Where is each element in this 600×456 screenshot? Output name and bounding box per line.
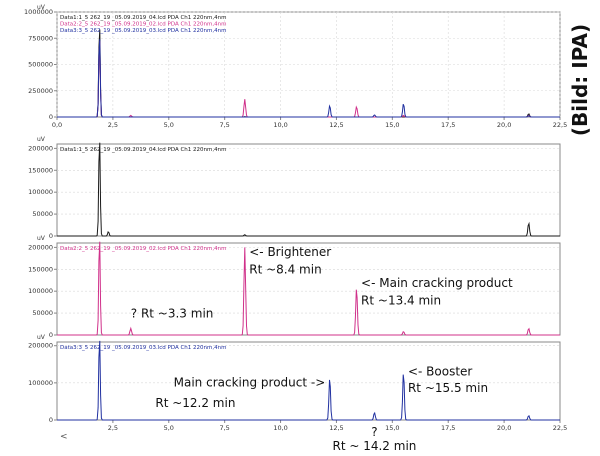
x-tick-label: 2,5 (108, 424, 118, 432)
chart-panel-4: uV200000 100000 0 2,5 5,0 7,5 10,0 12,5 15,0 17,5… (28, 334, 567, 432)
y-tick-label: 100000 (28, 379, 53, 387)
annotation-label: <- Booster (408, 364, 472, 378)
y-tick-label: 250000 (28, 87, 53, 95)
y-tick-label: 0 (49, 113, 53, 121)
series-line (57, 41, 560, 118)
legend-entry: Data2:2_5 262_19 _05.09.2019_02.lcd PDA … (60, 22, 226, 28)
annotation-label: Rt ~8.4 min (249, 263, 321, 277)
y-tick-label: 150000 (28, 265, 53, 273)
annotation-label: Rt ~13.4 min (361, 293, 441, 307)
y-unit-label: uV (37, 334, 46, 341)
y-tick-label: 0 (49, 416, 53, 424)
y-unit-label: uV (37, 235, 46, 242)
annotation-label: Rt ~15.5 min (408, 381, 488, 395)
x-tick-label: 22,5 (553, 424, 567, 432)
series-line (57, 29, 560, 118)
x-tick-label: 17,5 (441, 121, 455, 129)
y-tick-label: 750000 (28, 34, 53, 42)
x-tick-label: 15,0 (385, 121, 399, 129)
credit-text: (Bild: IPA) (568, 23, 592, 137)
x-tick-label: 15,0 (385, 424, 399, 432)
x-tick-label: 12,5 (329, 121, 343, 129)
x-tick-label: 20,0 (497, 121, 511, 129)
y-tick-label: 100000 (28, 287, 53, 295)
legend-entry: Data1:1_5 262_19 _05.09.2019_04.lcd PDA … (60, 147, 226, 153)
y-tick-label: 200000 (28, 342, 53, 350)
y-tick-label: 100000 (28, 188, 53, 196)
plot-frame (56, 143, 561, 237)
y-unit-label: uV (37, 136, 46, 143)
x-tick-label: 10,0 (273, 121, 287, 129)
y-tick-label: 50000 (32, 210, 53, 218)
x-tick-label: 5,0 (164, 424, 174, 432)
chart-panel-2: uV200000150000100000500000Data1:1_5 262_… (28, 136, 561, 240)
footer-annotation: ? (371, 425, 377, 439)
y-tick-label: 0 (49, 331, 53, 339)
x-tick-label: 17,5 (441, 424, 455, 432)
x-tick-label: 10,0 (273, 424, 287, 432)
legend-entry: Data1:1_5 262_19 _05.09.2019_04.lcd PDA … (60, 15, 226, 21)
chromatogram-figure: uV100000075000050000025000000,0 2,5 5,0 7,5… (24, 4, 567, 453)
annotation-label: ? Rt ~3.3 min (131, 306, 214, 320)
x-tick-label: 7,5 (219, 424, 229, 432)
y-tick-label: 200000 (28, 243, 53, 251)
legend-entry: Data2:2_5 262_19 _05.09.2019_02.lcd PDA … (60, 246, 226, 252)
legend-entry: Data3:3_5 262_19 _05.09.2019_03.lcd PDA … (60, 28, 226, 34)
y-tick-label: 0 (49, 232, 53, 240)
chart-panel-3: uV200000150000100000500000Data2:2_5 262_… (28, 235, 561, 339)
series-line (57, 142, 560, 237)
annotation-label: <- Main cracking product (361, 276, 513, 290)
series-line (57, 39, 560, 118)
legend-entry: Data3:3_5 262_19 _05.09.2019_03.lcd PDA … (60, 345, 226, 351)
y-tick-label: 200000 (28, 144, 53, 152)
y-tick-label: 1000000 (24, 8, 53, 16)
image-credit: (Bild: IPA) (560, 0, 600, 160)
annotation-label: Main cracking product -> (174, 376, 326, 390)
footer-annotation: Rt ~ 14.2 min (333, 439, 417, 453)
x-tick-label: 20,0 (497, 424, 511, 432)
y-tick-label: 50000 (32, 309, 53, 317)
annotation-label: <- Brightener (249, 245, 331, 259)
annotation-label: Rt ~12.2 min (155, 396, 235, 410)
x-tick-label: 2,5 (108, 121, 118, 129)
x-tick-label: 0,0 (52, 121, 62, 129)
x-tick-label: 12,5 (329, 424, 343, 432)
x-tick-label: 5,0 (164, 121, 174, 129)
y-tick-label: 500000 (28, 61, 53, 69)
y-tick-label: 150000 (28, 166, 53, 174)
scroll-left-icon: < (60, 432, 68, 442)
x-tick-label: 7,5 (219, 121, 229, 129)
chart-panel-1: uV100000075000050000025000000,0 2,5 5,0 7,5… (24, 4, 567, 129)
